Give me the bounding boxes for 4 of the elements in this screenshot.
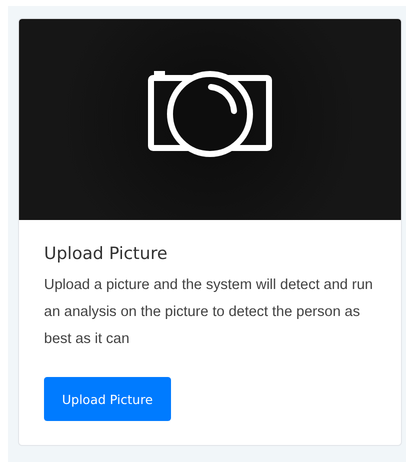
upload-button[interactable]: Upload Picture: [44, 377, 171, 421]
camera-icon: [148, 68, 272, 158]
card-description: Upload a picture and the system will detect and run an analysis on the picture to detect the person as best as it can: [44, 276, 374, 349]
card-title: Upload Picture: [44, 244, 168, 264]
